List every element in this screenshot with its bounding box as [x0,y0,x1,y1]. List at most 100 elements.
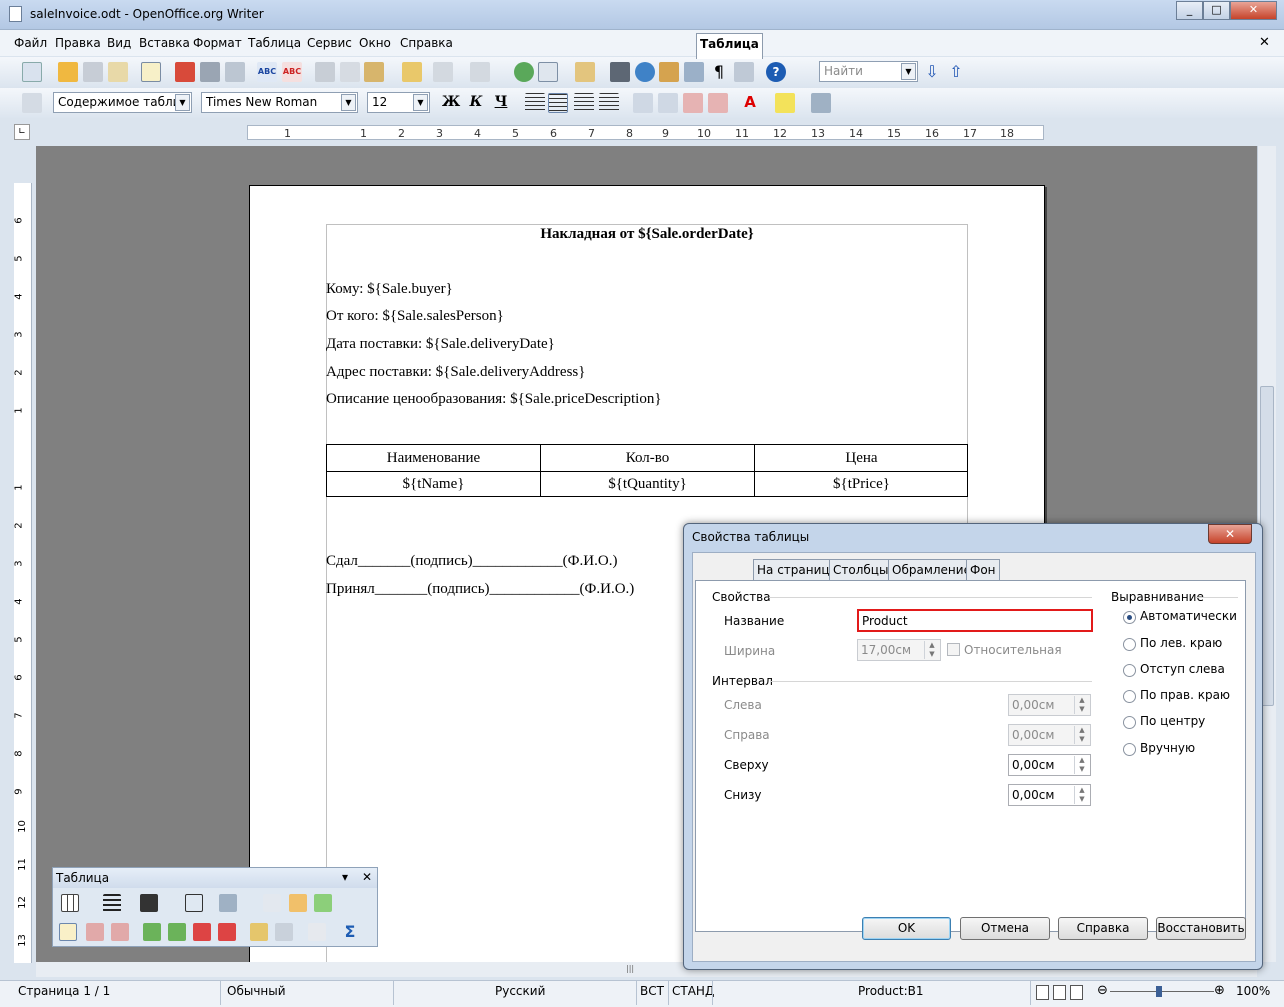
menu-edit[interactable]: Правка [55,36,101,50]
tab-columns[interactable]: Столбцы [829,559,893,581]
single-page-view-icon[interactable] [1036,985,1049,1000]
font-size-select[interactable]: 12 ▼ [367,92,430,113]
sum-icon[interactable]: Σ [341,923,359,941]
product-table[interactable]: Наименование Кол-во Цена ${tName} ${tQua… [326,444,968,497]
underline-button[interactable]: Ч [491,94,511,113]
insert-columns-icon[interactable] [168,923,186,941]
table-name-input[interactable] [857,609,1093,632]
table-cell-name[interactable]: ${tName} [327,476,540,493]
chevron-down-icon[interactable]: ▼ [901,63,916,80]
formatting-marks-icon[interactable]: ¶ [709,62,729,82]
highlight-icon[interactable] [775,93,795,113]
line-style-icon[interactable] [103,894,121,912]
insert-mode[interactable]: ВСТ [640,984,664,998]
selection-mode[interactable]: СТАНД [672,984,714,998]
new-document-icon[interactable] [22,62,42,82]
align-automatic-label[interactable]: Автоматически [1140,609,1237,623]
paragraph-style-select[interactable]: Содержимое таблиц ▼ [53,92,192,113]
align-manual-label[interactable]: Вручную [1140,741,1195,755]
align-center-icon[interactable] [548,93,568,113]
tab-stop-type-icon[interactable]: ∟ [14,124,30,140]
email-icon[interactable] [108,62,128,82]
hyperlink-icon[interactable] [514,62,534,82]
print-preview-icon[interactable] [225,62,245,82]
menu-view[interactable]: Вид [107,36,131,50]
align-left-icon[interactable] [525,93,545,113]
bold-button[interactable]: Ж [441,94,461,113]
split-cells-icon[interactable] [289,894,307,912]
align-bottom-icon[interactable] [111,923,129,941]
line-buyer[interactable]: Кому: ${Sale.buyer} [326,281,453,298]
menu-tools[interactable]: Сервис [307,36,352,50]
align-right-radio[interactable] [1123,690,1136,703]
align-from-left-radio[interactable] [1123,664,1136,677]
spin-arrows-icon[interactable]: ▲ ▼ [1074,756,1089,774]
menu-format[interactable]: Формат [193,36,242,50]
redo-icon[interactable] [470,62,490,82]
spacing-bottom-field[interactable]: 0,00см ▲ ▼ [1008,784,1091,806]
cell-background-icon[interactable] [219,894,237,912]
toolbar-header[interactable]: Таблица ▾ ✕ [53,868,377,888]
tab-borders[interactable]: Обрамление [888,559,975,581]
autoformat-icon[interactable] [314,894,332,912]
zoom-icon[interactable] [734,62,754,82]
insert-rows-icon[interactable] [143,923,161,941]
numbering-icon[interactable] [633,93,653,113]
spin-arrows-icon[interactable]: ▲ ▼ [1074,726,1089,744]
table-cell-price[interactable]: ${tPrice} [755,476,968,493]
decrease-indent-icon[interactable] [683,93,703,113]
border-color-icon[interactable] [140,894,158,912]
line-delivery-date[interactable]: Дата поставки: ${Sale.deliveryDate} [326,336,555,353]
align-center-label[interactable]: По центру [1140,714,1205,728]
chevron-down-icon[interactable]: ▼ [413,94,428,111]
ok-button[interactable]: OK [862,917,951,940]
cut-icon[interactable] [315,62,335,82]
page-indicator[interactable]: Страница 1 / 1 [18,984,110,998]
table-header-price[interactable]: Цена [755,450,968,467]
spacing-left-field[interactable]: 0,00см ▲ ▼ [1008,694,1091,716]
chevron-down-icon[interactable]: ▼ [341,94,356,111]
copy-icon[interactable] [340,62,360,82]
align-manual-radio[interactable] [1123,743,1136,756]
bullets-icon[interactable] [658,93,678,113]
page-style[interactable]: Обычный [227,984,286,998]
document-close-icon[interactable]: ✕ [1259,35,1270,50]
undo-icon[interactable] [433,62,453,82]
delete-columns-icon[interactable] [218,923,236,941]
italic-button[interactable]: К [466,94,486,113]
delete-rows-icon[interactable] [193,923,211,941]
merge-cells-icon[interactable] [263,894,281,912]
menu-window[interactable]: Окно [359,36,391,50]
align-from-left-label[interactable]: Отступ слева [1140,662,1225,676]
align-top-icon[interactable] [59,923,77,941]
optimize-icon[interactable] [275,923,293,941]
toolbar-menu-icon[interactable]: ▾ [342,870,348,884]
align-automatic-radio[interactable] [1123,611,1136,624]
spacing-right-field[interactable]: 0,00см ▲ ▼ [1008,724,1091,746]
data-sources-icon[interactable] [684,62,704,82]
select-table-icon[interactable] [250,923,268,941]
maximize-button[interactable]: □ [1203,1,1230,20]
dialog-close-button[interactable]: ✕ [1208,524,1252,544]
spellcheck-icon[interactable]: ABC [257,62,277,82]
paste-icon[interactable] [364,62,384,82]
signature-received[interactable]: Принял_______(подпись)____________(Ф.И.О… [326,581,634,598]
background-color-icon[interactable] [811,93,831,113]
spacing-top-field[interactable]: 0,00см ▲ ▼ [1008,754,1091,776]
table-insert-icon[interactable] [61,894,79,912]
justify-icon[interactable] [599,93,619,113]
tab-background[interactable]: Фон [966,559,1000,581]
print-icon[interactable] [200,62,220,82]
book-view-icon[interactable] [1070,985,1083,1000]
align-left-label[interactable]: По лев. краю [1140,636,1222,650]
font-color-icon[interactable]: A [740,93,760,113]
document-heading[interactable]: Накладная от ${Sale.orderDate} [326,226,968,243]
styles-formatting-icon[interactable] [22,93,42,113]
spin-arrows-icon[interactable]: ▲ ▼ [1074,786,1089,804]
font-name-select[interactable]: Times New Roman ▼ [201,92,358,113]
language-indicator[interactable]: Русский [495,984,545,998]
save-icon[interactable] [83,62,103,82]
find-previous-icon[interactable]: ⇧ [946,62,966,82]
zoom-slider-track[interactable] [1110,991,1214,992]
help-icon[interactable]: ? [766,62,786,82]
